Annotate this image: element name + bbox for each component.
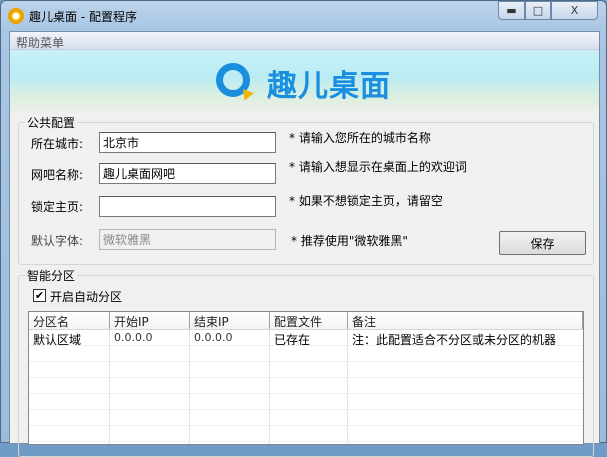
client-area: 帮助菜单 趣儿桌面 公共配置 所在城市: * 请输入您所在的城市名称 网吧名称:… [9, 31, 600, 457]
table-row[interactable]: 默认区域 0.0.0.0 0.0.0.0 已存在 注：此配置适合不分区或未分区的… [29, 330, 583, 346]
city-input[interactable] [99, 132, 276, 153]
cafe-name-hint: * 请输入想显示在桌面上的欢迎词 [289, 160, 467, 174]
save-button[interactable]: 保存 [499, 231, 586, 255]
start-ip: 0.0.0.0 [110, 330, 190, 345]
column-header[interactable]: 结束IP [190, 312, 270, 329]
font-input [99, 229, 276, 250]
title-bar[interactable]: 趣儿桌面 - 配置程序 ▬ □ X [1, 1, 606, 31]
column-header[interactable]: 开始IP [110, 312, 190, 329]
font-label: 默认字体: [31, 234, 84, 248]
end-ip: 0.0.0.0 [190, 330, 270, 345]
menu-help[interactable]: 帮助菜单 [16, 34, 64, 51]
banner: 趣儿桌面 [10, 50, 599, 114]
empty-row [29, 394, 583, 410]
smart-partition-legend: 智能分区 [27, 269, 76, 283]
config-status: 已存在 [270, 330, 348, 345]
cafe-name-label: 网吧名称: [31, 168, 84, 182]
empty-row [29, 362, 583, 378]
column-header[interactable]: 配置文件 [270, 312, 348, 329]
column-header[interactable]: 分区名 [29, 312, 110, 329]
empty-row [29, 346, 583, 362]
window-title: 趣儿桌面 - 配置程序 [29, 10, 137, 24]
gear-icon [8, 8, 24, 24]
public-config-legend: 公共配置 [27, 116, 76, 130]
auto-partition-checkbox[interactable]: ✔ [33, 289, 46, 302]
empty-row [29, 442, 583, 444]
font-hint: * 推荐使用"微软雅黑" [291, 234, 408, 248]
empty-row [29, 378, 583, 394]
table-header: 分区名 开始IP 结束IP 配置文件 备注 [29, 312, 583, 330]
cafe-name-input[interactable] [99, 163, 276, 184]
partition-table: 分区名 开始IP 结束IP 配置文件 备注 默认区域 0.0.0.0 0.0.0… [28, 311, 584, 445]
homepage-label: 锁定主页: [31, 200, 84, 214]
empty-row [29, 410, 583, 426]
empty-row [29, 426, 583, 442]
partition-name: 默认区域 [29, 330, 110, 345]
city-hint: * 请输入您所在的城市名称 [289, 131, 431, 145]
auto-partition-label[interactable]: 开启自动分区 [50, 288, 122, 305]
maximize-button[interactable]: □ [525, 1, 551, 20]
city-label: 所在城市: [31, 137, 84, 151]
menu-bar: 帮助菜单 [10, 32, 599, 50]
note: 注：此配置适合不分区或未分区的机器 [352, 333, 557, 345]
logo-text: 趣儿桌面 [267, 69, 391, 104]
minimize-button[interactable]: ▬ [498, 1, 525, 20]
homepage-input[interactable] [99, 196, 276, 217]
app-window: 趣儿桌面 - 配置程序 ▬ □ X 帮助菜单 趣儿桌面 公共配置 所在城市: *… [0, 0, 607, 457]
column-header[interactable]: 备注 [348, 312, 583, 329]
homepage-hint: * 如果不想锁定主页，请留空 [289, 194, 443, 208]
close-button[interactable]: X [551, 1, 598, 20]
